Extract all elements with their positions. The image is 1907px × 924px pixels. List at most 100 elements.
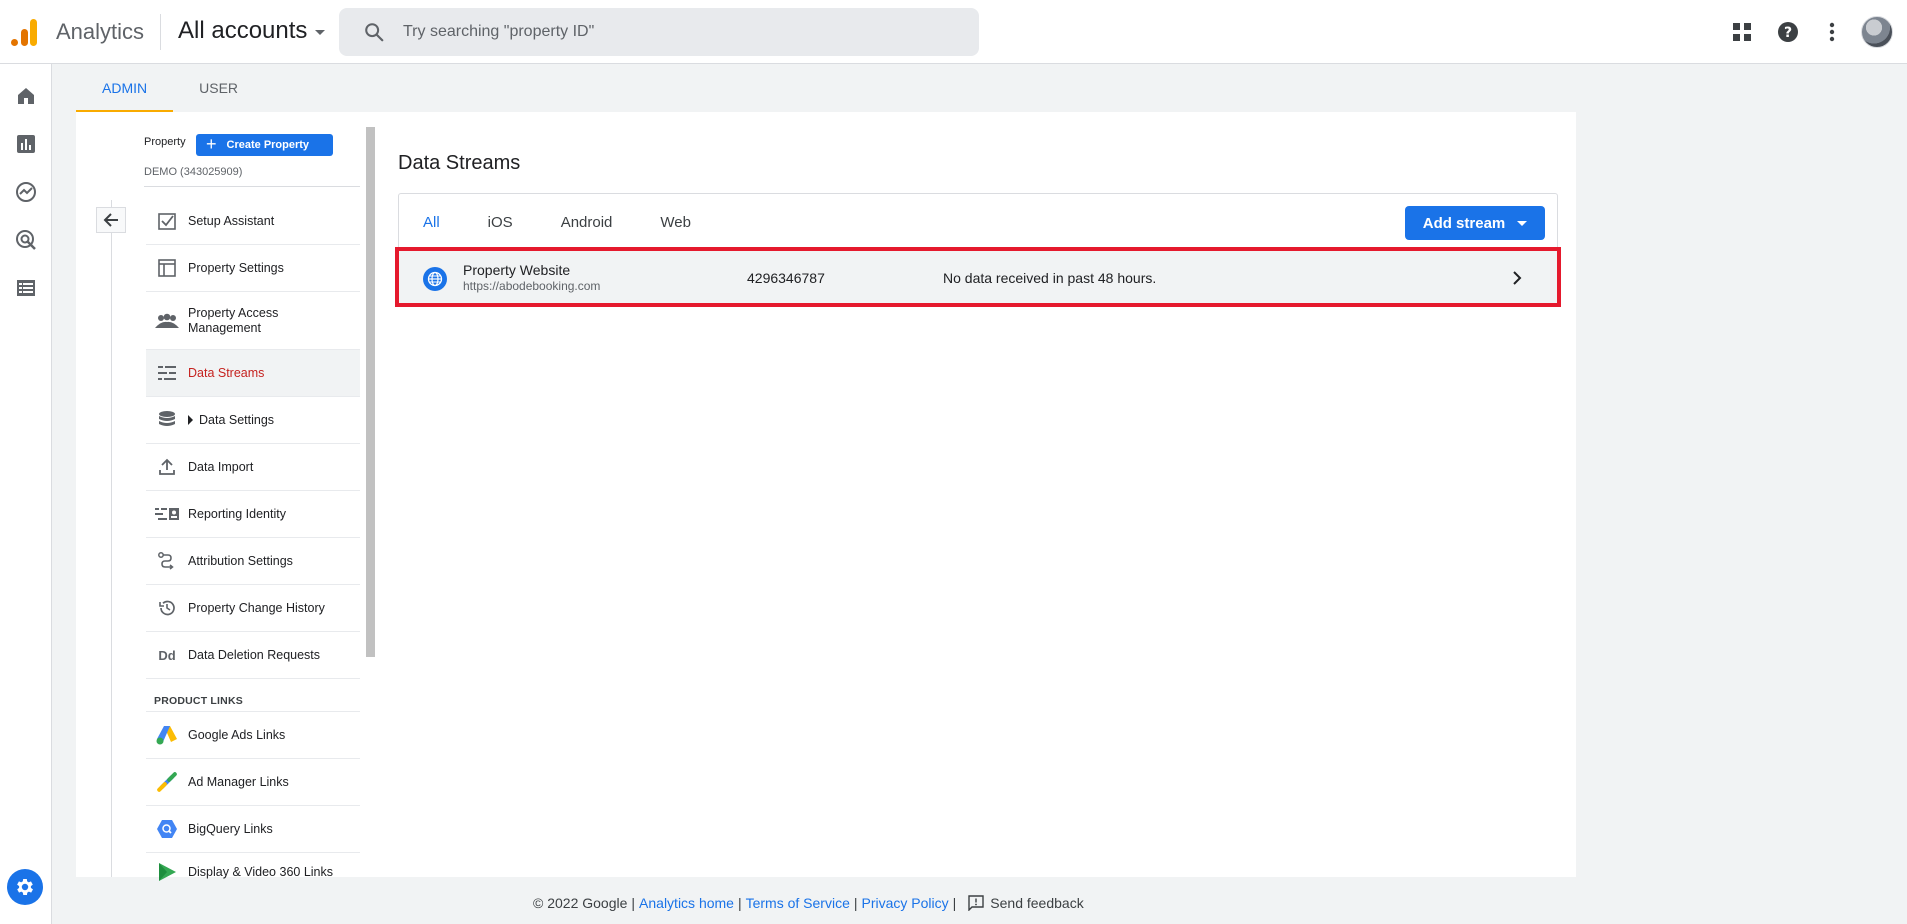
tab-user[interactable]: USER bbox=[173, 70, 264, 112]
tab-all[interactable]: All bbox=[423, 214, 440, 231]
menu-item-attribution-settings[interactable]: Attribution Settings bbox=[146, 538, 360, 585]
history-icon bbox=[150, 599, 184, 617]
gear-icon bbox=[17, 879, 33, 895]
search-bar[interactable] bbox=[339, 8, 979, 56]
advertising-icon[interactable] bbox=[12, 226, 40, 254]
app-name: Analytics bbox=[56, 19, 145, 44]
menu-item-label: Property Change History bbox=[188, 600, 325, 615]
send-feedback-button[interactable]: Send feedback bbox=[968, 895, 1084, 911]
search-input[interactable] bbox=[403, 23, 963, 41]
menu-item-property-change-history[interactable]: Property Change History bbox=[146, 585, 360, 632]
menu-item-data-streams[interactable]: Data Streams bbox=[146, 350, 360, 397]
identity-icon bbox=[150, 507, 184, 521]
back-button[interactable] bbox=[96, 207, 126, 233]
stream-url: https://abodebooking.com bbox=[463, 279, 601, 293]
add-stream-button[interactable]: Add stream bbox=[1405, 206, 1545, 240]
menu-item-label: Data Streams bbox=[188, 365, 265, 380]
avatar[interactable] bbox=[1861, 16, 1893, 48]
expand-arrow-icon[interactable] bbox=[188, 415, 193, 425]
analytics-home-link[interactable]: Analytics home bbox=[639, 895, 734, 911]
search-icon bbox=[365, 23, 384, 42]
admin-gear-button[interactable] bbox=[7, 869, 43, 905]
footer-separator: | bbox=[952, 895, 957, 911]
menu-item-label: Setup Assistant bbox=[188, 213, 275, 228]
dv360-icon bbox=[150, 862, 184, 882]
menu-item-dv360-links[interactable]: Display & Video 360 Links bbox=[146, 853, 360, 891]
menu-item-label: Display & Video 360 Links bbox=[188, 864, 333, 879]
reports-icon[interactable] bbox=[12, 130, 40, 158]
stream-row[interactable]: Property Website https://abodebooking.co… bbox=[395, 247, 1561, 307]
feedback-icon bbox=[968, 895, 984, 911]
layout-icon bbox=[150, 259, 184, 277]
footer-separator: | bbox=[737, 895, 742, 911]
help-icon[interactable]: ? bbox=[1772, 16, 1804, 48]
menu-item-data-deletion-requests[interactable]: Dd Data Deletion Requests bbox=[146, 632, 360, 679]
more-vert-icon[interactable] bbox=[1816, 16, 1848, 48]
checkbox-icon bbox=[150, 212, 184, 230]
menu-item-data-settings[interactable]: Data Settings bbox=[146, 397, 360, 444]
explore-icon[interactable] bbox=[12, 178, 40, 206]
left-rail bbox=[0, 64, 52, 924]
menu-item-setup-assistant[interactable]: Setup Assistant bbox=[146, 198, 360, 245]
menu-item-label: Reporting Identity bbox=[188, 506, 286, 521]
product-links-heading: PRODUCT LINKS bbox=[146, 679, 360, 712]
streams-icon bbox=[150, 365, 184, 381]
chevron-down-icon bbox=[1517, 220, 1528, 226]
page-title: Data Streams bbox=[398, 152, 521, 174]
terms-of-service-link[interactable]: Terms of Service bbox=[746, 895, 850, 911]
menu-item-reporting-identity[interactable]: Reporting Identity bbox=[146, 491, 360, 538]
create-property-button[interactable]: + Create Property bbox=[196, 134, 333, 156]
privacy-policy-link[interactable]: Privacy Policy bbox=[862, 895, 949, 911]
data-streams-panel: All iOS Android Web Add stream Property … bbox=[395, 193, 1561, 307]
menu-item-label: Attribution Settings bbox=[188, 553, 293, 568]
tab-ios[interactable]: iOS bbox=[488, 214, 513, 231]
bigquery-icon bbox=[150, 819, 184, 839]
account-selector[interactable]: All accounts bbox=[178, 17, 326, 45]
divider bbox=[144, 186, 360, 187]
apps-grid-icon[interactable] bbox=[1726, 16, 1758, 48]
copyright: © 2022 Google bbox=[533, 895, 628, 911]
globe-icon bbox=[423, 267, 447, 291]
stream-name: Property Website bbox=[463, 262, 571, 278]
analytics-logo[interactable] bbox=[10, 17, 38, 47]
menu-item-data-import[interactable]: Data Import bbox=[146, 444, 360, 491]
stream-filter-tabs: All iOS Android Web bbox=[399, 194, 739, 250]
plus-icon: + bbox=[206, 134, 217, 154]
menu-item-label: Property Access Management bbox=[188, 305, 279, 335]
menu-item-ad-manager-links[interactable]: Ad Manager Links bbox=[146, 759, 360, 806]
svg-text:?: ? bbox=[1784, 25, 1792, 41]
people-icon bbox=[150, 313, 184, 329]
attribution-icon bbox=[150, 552, 184, 570]
menu-item-label: Property Settings bbox=[188, 260, 284, 275]
tab-admin[interactable]: ADMIN bbox=[76, 70, 174, 112]
menu-item-label: Ad Manager Links bbox=[188, 774, 289, 789]
menu-item-label: Data Deletion Requests bbox=[188, 647, 321, 662]
account-selector-label: All accounts bbox=[178, 17, 308, 44]
arrow-left-icon bbox=[103, 213, 118, 227]
home-icon[interactable] bbox=[12, 82, 40, 110]
menu-item-google-ads-links[interactable]: Google Ads Links bbox=[146, 712, 360, 759]
tab-android[interactable]: Android bbox=[561, 214, 613, 231]
menu-item-property-settings[interactable]: Property Settings bbox=[146, 245, 360, 292]
menu-item-label: Data Settings bbox=[199, 412, 275, 427]
footer-separator: | bbox=[631, 895, 636, 911]
menu-item-label: Google Ads Links bbox=[188, 727, 286, 742]
menu-item-bigquery-links[interactable]: BigQuery Links bbox=[146, 806, 360, 853]
header-divider bbox=[160, 14, 161, 50]
configure-icon[interactable] bbox=[12, 274, 40, 302]
property-menu: Setup Assistant Property Settings Proper… bbox=[146, 198, 360, 891]
stream-id: 4296346787 bbox=[747, 270, 825, 286]
footer-separator: | bbox=[853, 895, 858, 911]
create-property-label: Create Property bbox=[226, 139, 310, 151]
upload-icon bbox=[150, 458, 184, 476]
top-bar: Analytics All accounts ? bbox=[0, 0, 1907, 64]
tab-web[interactable]: Web bbox=[660, 214, 691, 231]
footer: © 2022 Google | Analytics home | Terms o… bbox=[533, 895, 1084, 911]
property-label: Property bbox=[144, 136, 186, 148]
scrollbar[interactable] bbox=[366, 127, 375, 657]
property-column: Property + Create Property DEMO (3430259… bbox=[76, 112, 376, 881]
send-feedback-label: Send feedback bbox=[990, 895, 1084, 911]
stream-status: No data received in past 48 hours. bbox=[943, 270, 1157, 286]
menu-item-label: Data Import bbox=[188, 459, 254, 474]
menu-item-property-access-management[interactable]: Property Access Management bbox=[146, 292, 360, 350]
